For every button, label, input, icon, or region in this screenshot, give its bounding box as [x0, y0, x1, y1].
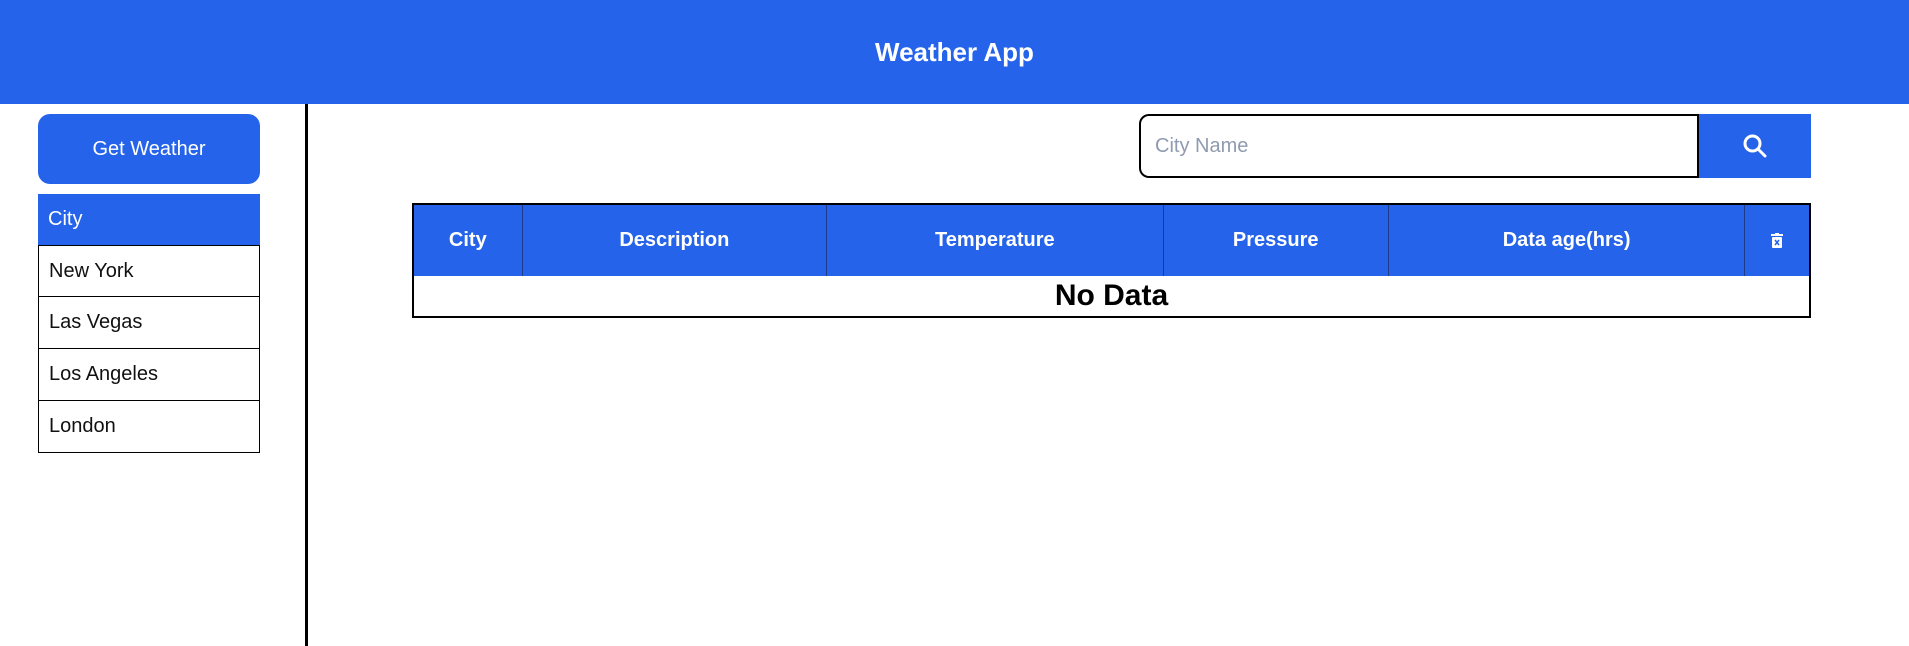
column-header-data-age: Data age(hrs) — [1388, 204, 1746, 276]
get-weather-button[interactable]: Get Weather — [38, 114, 260, 184]
weather-table: City Description Temperature Pressure Da… — [412, 203, 1811, 318]
city-list: City New York Las Vegas Los Angeles Lond… — [38, 194, 260, 453]
search-button[interactable] — [1699, 114, 1811, 178]
sidebar: Get Weather City New York Las Vegas Los … — [0, 104, 308, 646]
column-header-city: City — [413, 204, 523, 276]
column-header-description: Description — [522, 204, 828, 276]
city-item-las-vegas[interactable]: Las Vegas — [38, 297, 260, 349]
clear-all-button[interactable] — [1745, 233, 1809, 248]
city-item-new-york[interactable]: New York — [38, 245, 260, 297]
app-title: Weather App — [875, 36, 1034, 67]
no-data-message: No Data — [1054, 279, 1169, 312]
city-list-header: City — [38, 194, 260, 245]
table-header-row: City Description Temperature Pressure Da… — [413, 204, 1810, 276]
app-header: Weather App — [0, 0, 1909, 104]
city-item-london[interactable]: London — [38, 401, 260, 453]
table-row: No Data — [413, 276, 1810, 317]
column-header-pressure: Pressure — [1163, 204, 1389, 276]
search-icon — [1743, 134, 1767, 158]
column-header-temperature: Temperature — [826, 204, 1164, 276]
weather-table-container: City Description Temperature Pressure Da… — [412, 203, 1811, 318]
city-item-los-angeles[interactable]: Los Angeles — [38, 349, 260, 401]
city-search-input[interactable] — [1139, 114, 1699, 178]
search-bar — [1139, 114, 1811, 178]
trash-icon — [1771, 233, 1784, 248]
clear-all-header[interactable] — [1744, 204, 1810, 276]
